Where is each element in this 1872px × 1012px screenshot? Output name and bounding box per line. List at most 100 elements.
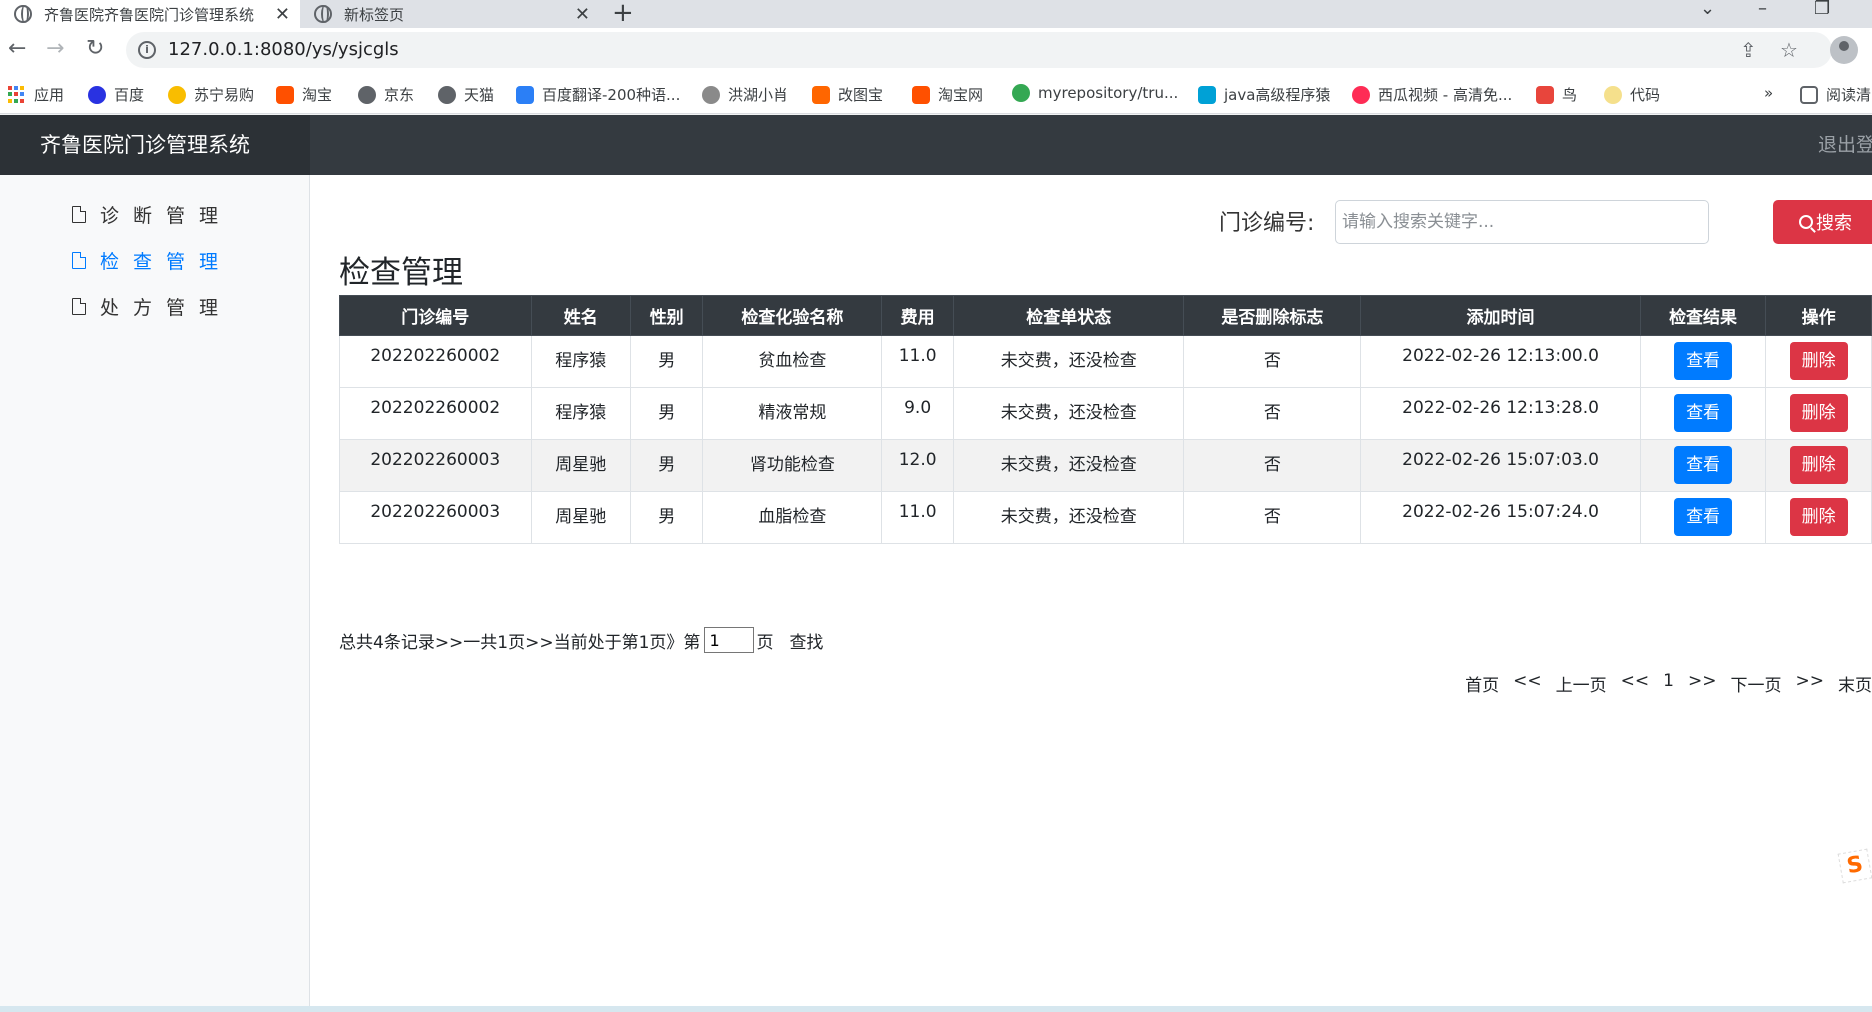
cell-item: 贫血检查	[702, 335, 883, 388]
delete-button[interactable]: 删除	[1789, 394, 1848, 432]
cell-deleted: 否	[1183, 335, 1362, 388]
overflow-chevron-icon: »	[1764, 84, 1774, 102]
profile-avatar-icon[interactable]	[1830, 36, 1858, 64]
last-page-link[interactable]: 末页	[1838, 671, 1872, 696]
next-arrow: >>	[1688, 671, 1717, 691]
bookmark-label: 鸟	[1562, 86, 1578, 104]
share-icon[interactable]: ⇪	[1740, 38, 1757, 62]
browser-tab-strip: 齐鲁医院齐鲁医院门诊管理系统 ✕ 新标签页 ✕ + ⌄ – ❐	[0, 0, 1872, 28]
find-link[interactable]: 查找	[789, 628, 823, 653]
bookmark-honghu[interactable]: 洪湖小肖	[702, 84, 788, 105]
reading-list-button[interactable]: 阅读清	[1800, 84, 1872, 105]
cell-result: 查看	[1639, 439, 1767, 492]
sidebar-item-prescription[interactable]: 处方管理	[72, 293, 232, 320]
bookmark-apps[interactable]: 应用	[8, 84, 64, 105]
cell-id: 202202260002	[339, 387, 532, 440]
view-button[interactable]: 查看	[1674, 342, 1733, 380]
cell-result: 查看	[1639, 491, 1767, 544]
sidebar-item-diagnosis[interactable]: 诊断管理	[72, 201, 232, 228]
delete-button[interactable]: 删除	[1789, 446, 1848, 484]
table-row: 202202260003 周星驰 男 血脂检查 11.0 未交费，还没检查 否 …	[339, 491, 1872, 544]
bookmark-label: 西瓜视频 - 高清免...	[1378, 86, 1513, 104]
tab-newtab[interactable]: 新标签页 ✕	[300, 0, 600, 28]
prev-page-link[interactable]: 上一页	[1556, 671, 1607, 696]
view-button[interactable]: 查看	[1674, 394, 1733, 432]
bookmark-myrepository[interactable]: myrepository/tru...	[1012, 84, 1178, 102]
address-bar[interactable]: i 127.0.0.1:8080/ys/ysjcgls ⇪ ☆	[126, 32, 1832, 68]
view-button[interactable]: 查看	[1674, 446, 1733, 484]
apps-grid-icon	[8, 85, 26, 104]
cell-fee: 9.0	[881, 387, 954, 440]
search-button[interactable]: 搜索	[1773, 200, 1872, 244]
sidebar-item-examination[interactable]: 检查管理	[72, 247, 232, 274]
cell-gender: 男	[629, 387, 704, 440]
bookmark-baidu[interactable]: 百度	[88, 84, 144, 105]
cell-deleted: 否	[1183, 387, 1362, 440]
cell-deleted: 否	[1183, 491, 1362, 544]
logout-link[interactable]: 退出登	[1818, 115, 1872, 175]
site-info-icon[interactable]: i	[138, 41, 156, 59]
bookmark-suning[interactable]: 苏宁易购	[168, 84, 254, 105]
col-header: 检查结果	[1639, 295, 1767, 336]
globe-icon	[358, 85, 376, 104]
new-tab-button[interactable]: +	[612, 0, 634, 28]
sogou-s-logo-icon[interactable]: S	[1837, 848, 1872, 884]
cell-time: 2022-02-26 12:13:00.0	[1360, 335, 1641, 388]
cell-item: 肾功能检查	[702, 439, 883, 492]
forward-arrow-icon[interactable]: →	[46, 36, 64, 61]
exam-table: 门诊编号 姓名 性别 检查化验名称 费用 检查单状态 是否删除标志 添加时间 检…	[339, 295, 1872, 544]
xigua-icon	[1352, 85, 1370, 104]
bird-icon	[702, 85, 720, 104]
cell-time: 2022-02-26 15:07:03.0	[1360, 439, 1641, 492]
cell-status: 未交费，还没检查	[952, 491, 1185, 544]
table-row: 202202260002 程序猿 男 贫血检查 11.0 未交费，还没检查 否 …	[339, 335, 1872, 388]
bookmark-gaitubao[interactable]: 改图宝	[812, 84, 883, 105]
url-text[interactable]: 127.0.0.1:8080/ys/ysjcgls	[168, 39, 399, 60]
col-header: 检查化验名称	[702, 295, 883, 336]
bookmark-baidu-translate[interactable]: 百度翻译-200种语...	[516, 84, 680, 105]
bookmarks-overflow-button[interactable]: »	[1764, 84, 1773, 102]
page-number-input[interactable]	[704, 627, 755, 653]
search-input[interactable]	[1335, 200, 1709, 244]
baidu-icon	[88, 85, 106, 104]
view-button[interactable]: 查看	[1674, 498, 1733, 536]
bookmark-label: 京东	[384, 86, 415, 104]
bookmark-label: 天猫	[464, 86, 495, 104]
table-header-row: 门诊编号 姓名 性别 检查化验名称 费用 检查单状态 是否删除标志 添加时间 检…	[339, 295, 1872, 336]
bookmark-java[interactable]: java高级程序猿	[1198, 84, 1330, 105]
page-title: 检查管理	[339, 255, 463, 291]
current-page-link[interactable]: 1	[1663, 671, 1674, 696]
bookmark-taobao[interactable]: 淘宝	[276, 84, 332, 105]
col-header: 姓名	[530, 295, 631, 336]
bookmark-label: 苏宁易购	[194, 86, 255, 104]
next-page-link[interactable]: 下一页	[1731, 671, 1782, 696]
minimize-icon[interactable]: –	[1758, 0, 1767, 19]
bookmark-jd[interactable]: 京东	[358, 84, 414, 105]
bookmark-taobaowang[interactable]: 淘宝网	[912, 84, 983, 105]
tab-active[interactable]: 齐鲁医院齐鲁医院门诊管理系统 ✕	[0, 0, 300, 28]
tab-close-icon[interactable]: ✕	[275, 4, 290, 25]
back-arrow-icon[interactable]: ←	[8, 36, 26, 61]
bookmark-tmall[interactable]: 天猫	[438, 84, 494, 105]
tab-search-chevron-icon[interactable]: ⌄	[1700, 0, 1715, 19]
sidebar-item-label: 处方管理	[100, 297, 233, 319]
cell-name: 程序猿	[530, 387, 631, 440]
delete-button[interactable]: 删除	[1789, 498, 1848, 536]
bookmark-code[interactable]: 代码	[1604, 84, 1660, 105]
first-page-link[interactable]: 首页	[1465, 671, 1499, 696]
delete-button[interactable]: 删除	[1789, 342, 1848, 380]
bookmark-xigua[interactable]: 西瓜视频 - 高清免...	[1352, 84, 1512, 105]
restore-icon[interactable]: ❐	[1814, 0, 1830, 19]
app-brand[interactable]: 齐鲁医院门诊管理系统	[0, 115, 310, 175]
col-header: 添加时间	[1360, 295, 1641, 336]
bookmark-star-icon[interactable]: ☆	[1780, 38, 1798, 62]
bookmark-label: java高级程序猿	[1224, 86, 1331, 104]
reload-icon[interactable]: ↻	[86, 36, 104, 61]
cell-name: 周星驰	[530, 491, 631, 544]
tab-close-icon[interactable]: ✕	[575, 4, 590, 25]
translate-icon	[516, 85, 534, 104]
bookmark-niao[interactable]: 鸟	[1536, 84, 1577, 105]
prev-arrow: <<	[1620, 671, 1650, 691]
bird-icon	[1536, 85, 1554, 104]
reading-list-icon	[1800, 85, 1818, 104]
